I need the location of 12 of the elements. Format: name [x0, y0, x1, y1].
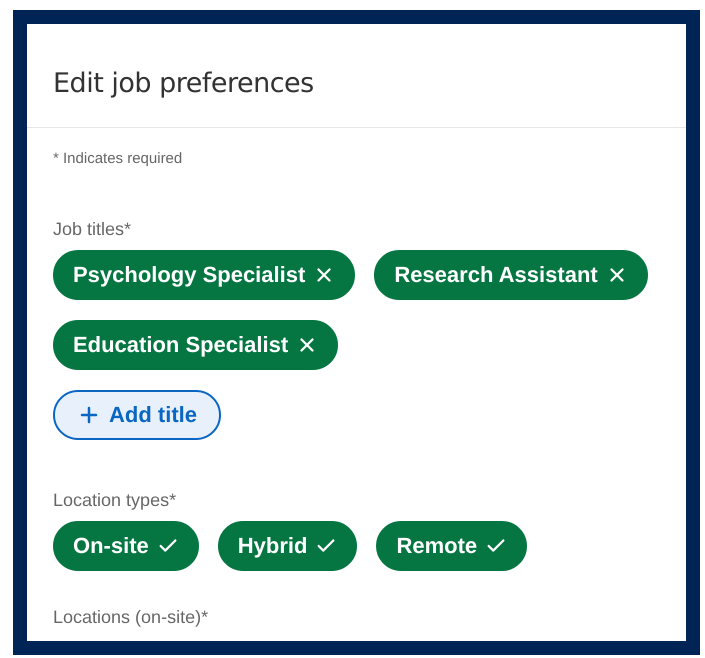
job-title-chip[interactable]: Education Specialist: [53, 320, 338, 370]
add-title-button[interactable]: Add title: [53, 390, 221, 440]
job-title-chip[interactable]: Psychology Specialist: [53, 250, 356, 300]
field-label: Location types*: [53, 490, 176, 511]
location-type-chip[interactable]: Hybrid: [218, 521, 358, 571]
location-type-chip[interactable]: On-site: [53, 521, 199, 571]
location-type-chip[interactable]: Remote: [376, 521, 528, 571]
field-label: Locations (on-site)*: [53, 607, 208, 628]
field-label: Job titles*: [53, 219, 132, 240]
required-note: * Indicates required: [53, 150, 182, 167]
dialog-title: Edit job preferences: [53, 68, 315, 99]
job-title-chip[interactable]: Research Assistant: [374, 250, 648, 300]
